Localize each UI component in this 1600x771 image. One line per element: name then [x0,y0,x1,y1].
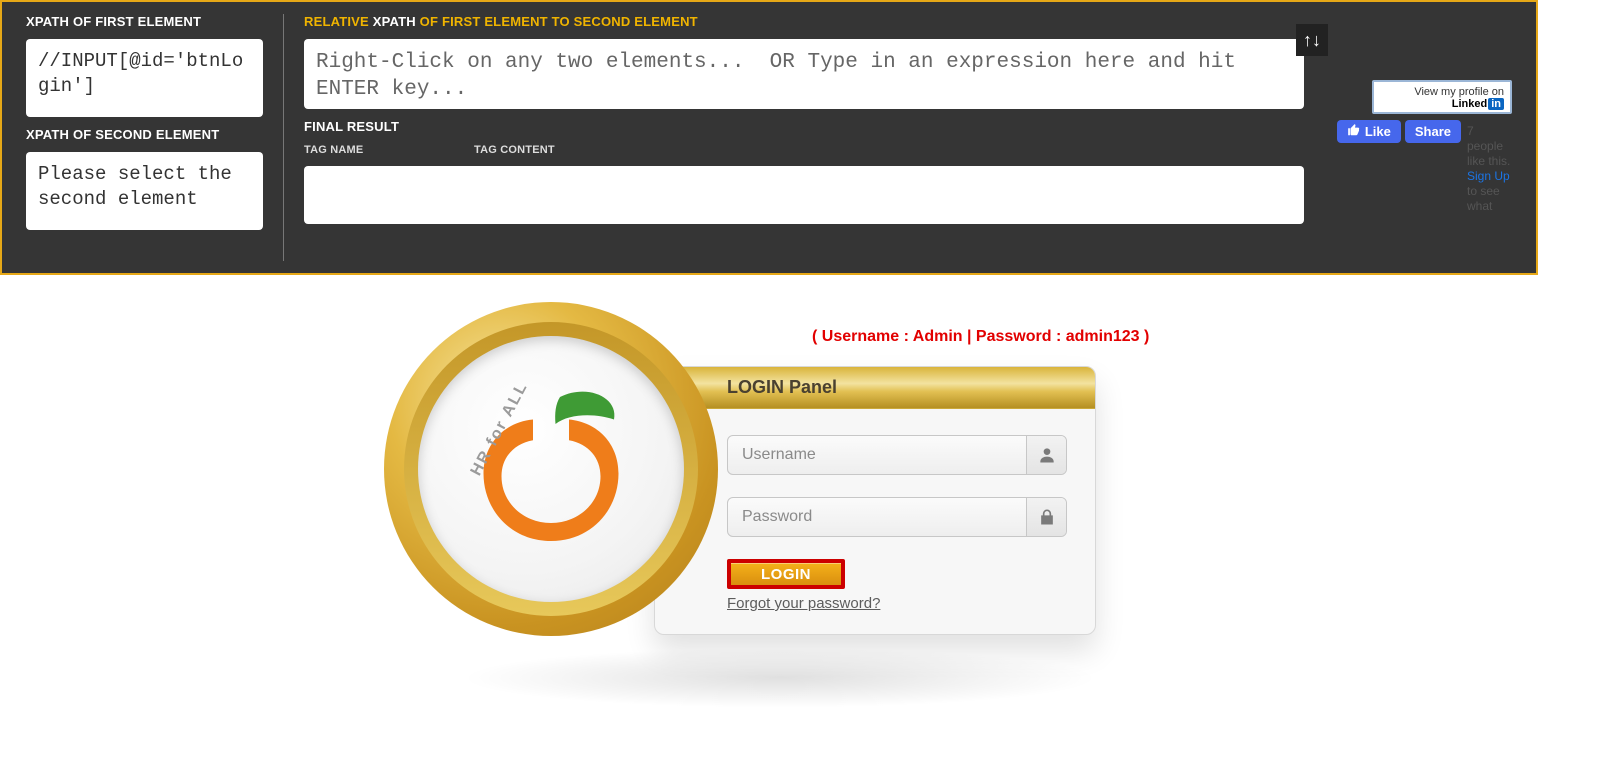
password-input[interactable] [728,498,1026,536]
linkedin-badge-text: View my profile on [1380,86,1504,98]
xpath-first-label: XPATH OF FIRST ELEMENT [26,14,263,29]
username-field-wrap [727,435,1067,475]
xpath-dev-panel: XPATH OF FIRST ELEMENT XPATH OF SECOND E… [0,0,1538,275]
facebook-like-button[interactable]: Like [1337,120,1401,143]
swap-vertical-icon: ↑↓ [1303,30,1321,51]
facebook-side-text: 7 people like this. Sign Up to see what [1467,120,1512,214]
password-field-wrap [727,497,1067,537]
login-panel: LOGIN Panel LOGIN Forgot your password? [654,366,1096,635]
xpath-second-input[interactable] [26,152,263,230]
facebook-signup-link[interactable]: Sign Up [1467,169,1510,183]
login-button[interactable]: LOGIN [727,559,845,589]
tag-content-label: TAG CONTENT [474,144,1304,156]
thumbs-up-icon [1347,123,1361,140]
xpath-second-label: XPATH OF SECOND ELEMENT [26,127,263,142]
linkedin-logo: Linkedin [1452,98,1504,110]
credentials-hint: ( Username : Admin | Password : admin123… [812,328,1149,346]
swap-elements-button[interactable]: ↑↓ [1296,24,1328,56]
xpath-first-input[interactable] [26,39,263,117]
tag-name-label: TAG NAME [304,144,454,156]
login-panel-title: LOGIN Panel [655,367,1095,409]
forgot-password-link[interactable]: Forgot your password? [727,595,880,612]
lock-icon [1026,498,1066,536]
xpath-center-column: RELATIVE XPATH OF FIRST ELEMENT TO SECON… [304,14,1304,261]
xpath-left-column: XPATH OF FIRST ELEMENT XPATH OF SECOND E… [26,14,284,261]
final-result-label: FINAL RESULT [304,119,1304,134]
brand-circle: HR for ALL [384,302,718,636]
login-card-shadow [460,648,1100,708]
username-input[interactable] [728,436,1026,474]
final-result-row: TAG NAME TAG CONTENT [304,144,1304,156]
user-icon [1026,436,1066,474]
final-result-output[interactable] [304,166,1304,224]
facebook-share-button[interactable]: Share [1405,120,1461,143]
relative-xpath-label: RELATIVE XPATH OF FIRST ELEMENT TO SECON… [304,14,1304,29]
linkedin-profile-badge[interactable]: View my profile on Linkedin [1372,80,1512,114]
devpanel-right-column: View my profile on Linkedin Like Share 7 [1324,14,1512,261]
relative-xpath-input[interactable] [304,39,1304,109]
right-gutter [1538,0,1600,275]
